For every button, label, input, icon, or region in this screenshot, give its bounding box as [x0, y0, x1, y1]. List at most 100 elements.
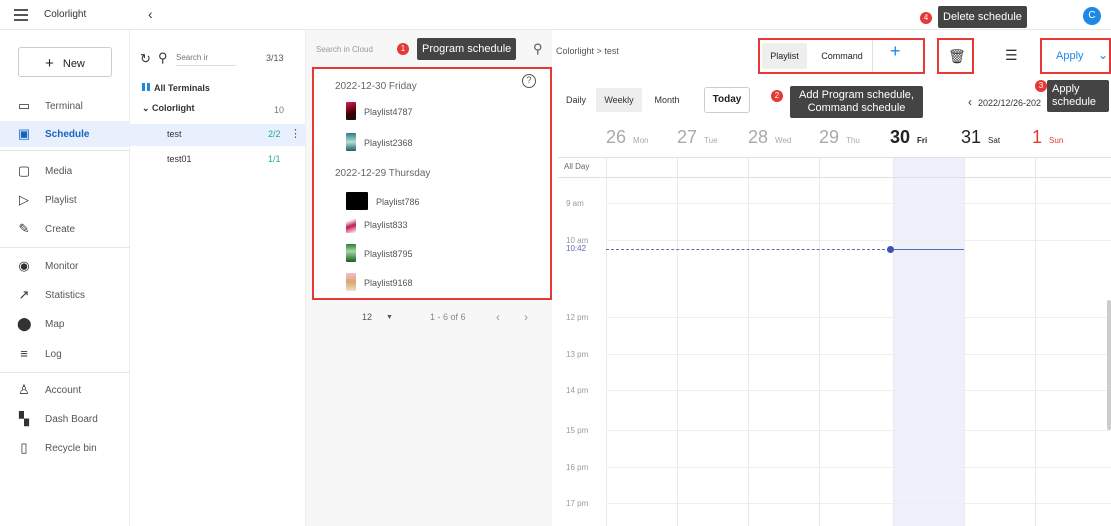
- grid-line: [606, 157, 607, 526]
- hour-label: 12 pm: [566, 313, 589, 322]
- day-header[interactable]: 31 Sat: [961, 127, 1000, 148]
- sidebar-item-monitor[interactable]: ◉ Monitor: [0, 253, 130, 279]
- today-button[interactable]: Today: [704, 87, 750, 113]
- tab-daily[interactable]: Daily: [558, 88, 594, 112]
- playlist-name: Playlist2368: [364, 138, 413, 148]
- terminal-row[interactable]: test 2/2 ⋮: [130, 124, 306, 146]
- playlist-thumbnail: [346, 133, 356, 151]
- schedule-icon: ▣: [17, 126, 31, 141]
- sidebar-item-label: Schedule: [45, 129, 90, 140]
- week-calendar: 26 Mon 27 Tue 28 Wed 29 Thu 30 Fri 31 Sa…: [558, 121, 1111, 526]
- sidebar-item-schedule[interactable]: ▣ Schedule: [0, 121, 130, 147]
- terminal-search-input[interactable]: [176, 50, 236, 66]
- brand-name: Colorlight: [44, 9, 87, 20]
- schedule-date-header: 2022-12-30 Friday: [335, 81, 417, 92]
- chevron-down-icon[interactable]: ⌄: [1098, 48, 1108, 62]
- terminal-status-count: 2/2: [268, 129, 281, 139]
- day-header[interactable]: 26 Mon: [606, 127, 649, 148]
- sidebar-item-map[interactable]: ⬤ Map: [0, 311, 130, 337]
- sidebar-item-media[interactable]: ▢ Media: [0, 158, 130, 184]
- add-schedule-button[interactable]: +: [890, 41, 901, 62]
- breadcrumb-root[interactable]: Colorlight: [556, 46, 594, 56]
- chevron-down-icon: ⌄: [142, 103, 153, 113]
- terminal-row[interactable]: test01 1/1: [130, 149, 306, 171]
- today-column-highlight: [893, 158, 964, 526]
- chevron-right-icon[interactable]: ›: [524, 310, 528, 324]
- day-header[interactable]: 27 Tue: [677, 127, 718, 148]
- new-button[interactable]: + New: [18, 47, 112, 77]
- search-icon[interactable]: ⚲: [158, 50, 168, 66]
- sidebar-item-create[interactable]: ✎ Create: [0, 216, 130, 242]
- sidebar-item-label: Log: [45, 349, 62, 360]
- terminal-tree-panel: ↻ ⚲ 3/13 All Terminals ⌄ Colorlight 10 t…: [130, 30, 306, 526]
- terminal-name: test: [167, 129, 182, 139]
- grid-line: [606, 240, 1111, 241]
- day-header[interactable]: 29 Thu: [819, 127, 860, 148]
- sidebar-item-label: Recycle bin: [45, 443, 97, 454]
- hour-label: 17 pm: [566, 499, 589, 508]
- grid-line: [819, 157, 820, 526]
- schedule-date-header: 2022-12-29 Thursday: [335, 168, 431, 179]
- collapse-chevron-icon[interactable]: ‹: [148, 6, 153, 22]
- grid-line: [606, 354, 1111, 355]
- playlist-thumbnail: [346, 273, 356, 291]
- playlist-name: Playlist4787: [364, 107, 413, 117]
- grid-line: [606, 317, 1111, 318]
- dropdown-icon[interactable]: ▼: [386, 314, 393, 321]
- apply-button[interactable]: Apply ⌄: [1040, 38, 1111, 74]
- help-icon[interactable]: ?: [522, 74, 536, 88]
- callout-badge: 4: [920, 12, 932, 24]
- menu-icon[interactable]: [14, 9, 28, 21]
- refresh-icon[interactable]: ↻: [140, 51, 151, 67]
- grid-icon: [142, 83, 150, 91]
- chevron-left-icon[interactable]: ‹: [968, 95, 972, 109]
- divider: [0, 150, 130, 151]
- tab-playlist[interactable]: Playlist: [762, 43, 807, 69]
- sidebar-item-recycle-bin[interactable]: ▯ Recycle bin: [0, 435, 130, 461]
- sidebar-item-dashboard[interactable]: ▚ Dash Board: [0, 406, 130, 432]
- trend-icon: ↗: [18, 287, 30, 302]
- sidebar-item-account[interactable]: ♙ Account: [0, 377, 130, 403]
- page-range: 1 - 6 of 6: [430, 312, 466, 322]
- current-time-line: [606, 249, 890, 250]
- all-terminals-node[interactable]: All Terminals: [142, 83, 210, 93]
- sidebar-item-terminal[interactable]: ▭ Terminal: [0, 93, 130, 119]
- sidebar-item-statistics[interactable]: ↗ Statistics: [0, 282, 130, 308]
- delete-schedule-button[interactable]: 🗑: [937, 38, 974, 74]
- cloud-search-input[interactable]: Search in Cloud: [316, 45, 373, 54]
- date-range-nav: ‹ 2022/12/26-202: [968, 95, 1041, 109]
- day-header[interactable]: 28 Wed: [748, 127, 791, 148]
- tab-command[interactable]: Command: [812, 43, 872, 69]
- tab-month[interactable]: Month: [644, 88, 690, 112]
- grid-line: [606, 467, 1111, 468]
- playlist-thumbnail: [346, 102, 356, 120]
- tab-weekly[interactable]: Weekly: [596, 88, 642, 112]
- trash-icon: ▯: [20, 440, 28, 455]
- callout-badge: 3: [1035, 80, 1047, 92]
- list-view-icon[interactable]: ☰: [1005, 47, 1018, 64]
- scrollbar[interactable]: [1107, 300, 1111, 430]
- per-page-select[interactable]: 12: [362, 312, 372, 322]
- grid-line: [1035, 157, 1036, 526]
- group-node[interactable]: ⌄ Colorlight: [142, 103, 195, 114]
- callout-badge: 2: [771, 90, 783, 102]
- grid-line: [606, 430, 1111, 431]
- grid-line: [606, 390, 1111, 391]
- day-header-today[interactable]: 30 Fri: [890, 127, 927, 148]
- playlist-thumbnail: [346, 215, 356, 233]
- divider: [872, 40, 873, 72]
- day-header[interactable]: 1 Sun: [1032, 127, 1063, 148]
- apply-label: Apply: [1056, 50, 1084, 62]
- callout-add-schedule: Add Program schedule, Command schedule: [790, 86, 923, 118]
- avatar[interactable]: C: [1083, 7, 1101, 25]
- playlist-name: Playlist833: [364, 220, 408, 230]
- grid-line: [606, 503, 1111, 504]
- program-schedule-list: 2022-12-30 Friday ? Playlist4787 Playlis…: [312, 67, 552, 300]
- chevron-left-icon[interactable]: ‹: [496, 310, 500, 324]
- search-icon[interactable]: ⚲: [533, 41, 543, 57]
- sidebar-item-log[interactable]: ≡ Log: [0, 341, 130, 367]
- playlist-thumbnail: [346, 244, 356, 262]
- sidebar-item-playlist[interactable]: ▷ Playlist: [0, 187, 130, 213]
- plus-icon: +: [45, 54, 54, 72]
- more-vert-icon[interactable]: ⋮: [290, 127, 301, 140]
